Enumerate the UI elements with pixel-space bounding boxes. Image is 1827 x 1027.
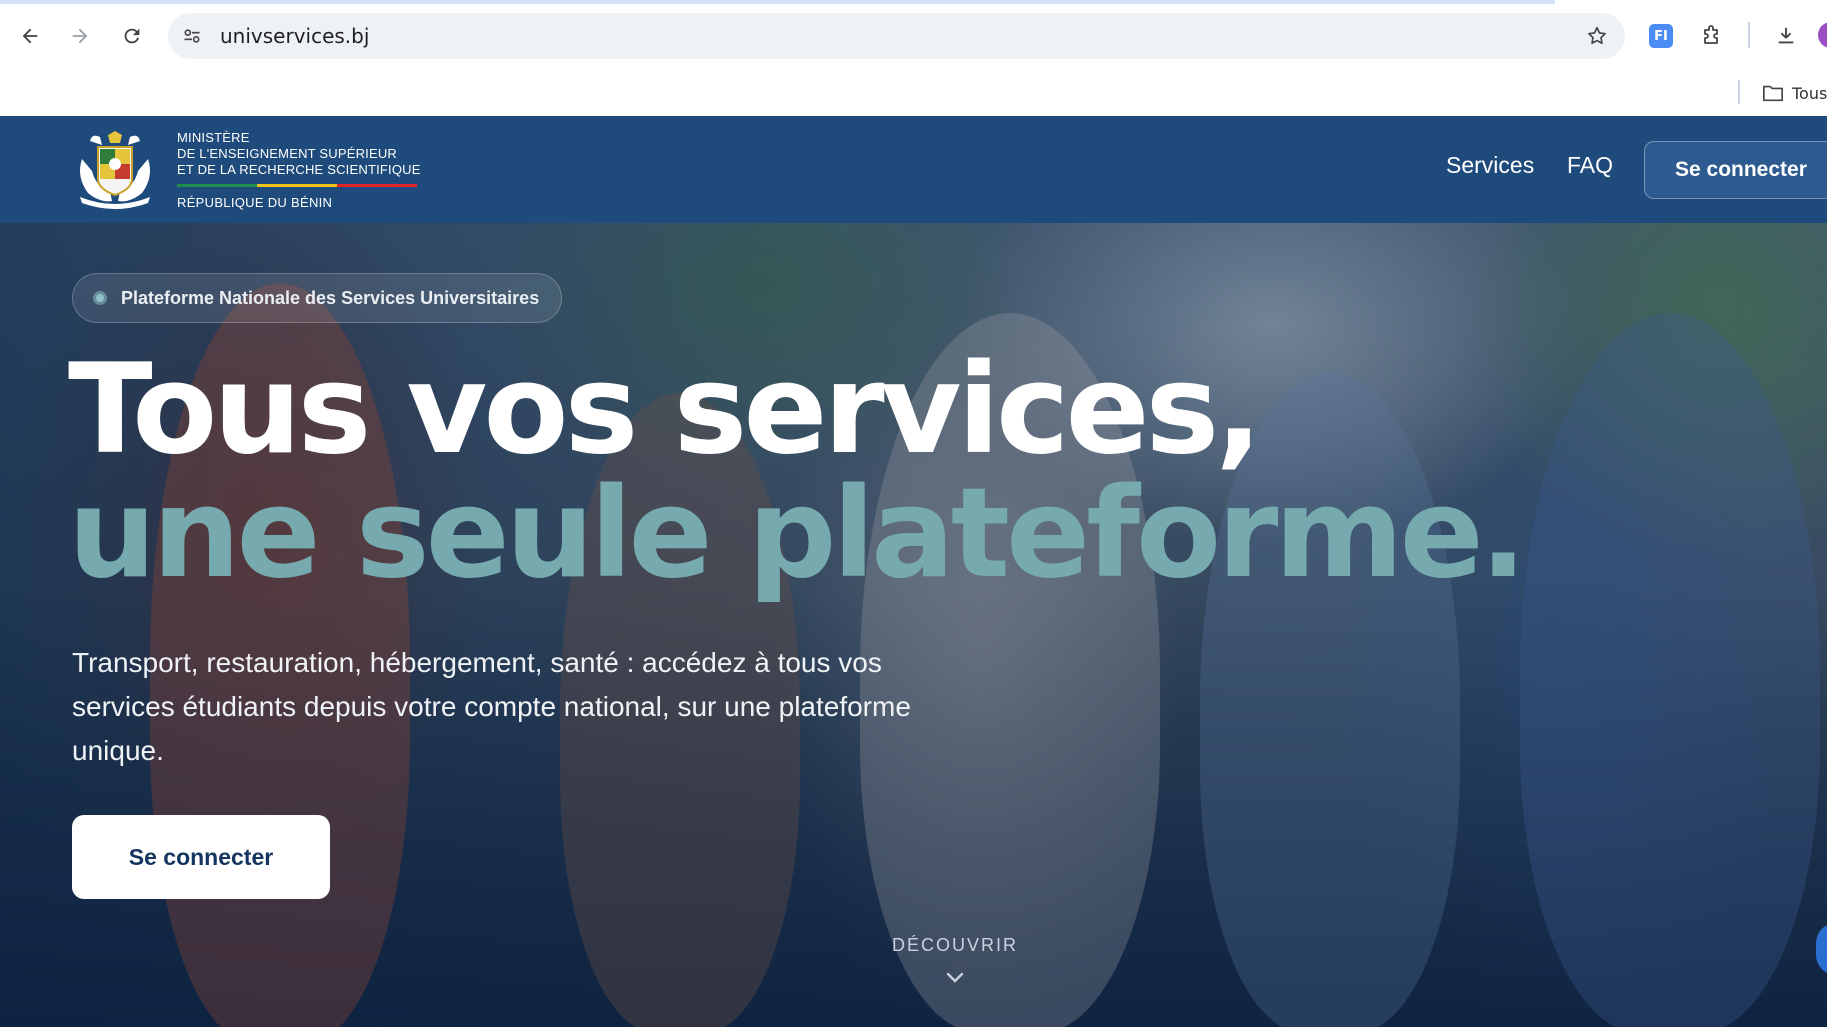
extension-fi-icon: FI [1649, 24, 1673, 48]
hero-headline: Tous vos services, une seule plateforme. [68, 338, 1527, 606]
floating-help-button[interactable] [1816, 923, 1827, 975]
ministry-line-2: DE L'ENSEIGNEMENT SUPÉRIEUR [177, 146, 398, 161]
forward-button[interactable] [64, 20, 96, 52]
chevron-down-icon[interactable] [944, 969, 966, 987]
reload-icon [124, 28, 140, 44]
background-photo-figure [1520, 313, 1820, 1027]
flag-red [337, 184, 417, 187]
bookmark-folder[interactable]: Tous [1762, 79, 1827, 107]
arrow-left-icon [22, 28, 38, 44]
badge-dot-icon [93, 291, 107, 305]
headline-line-2: une seule plateforme. [68, 462, 1527, 606]
puzzle-icon [1704, 25, 1718, 44]
hero-lead-text: Transport, restauration, hébergement, sa… [72, 647, 911, 766]
ministry-line-1: MINISTÈRE [177, 130, 250, 145]
toolbar-separator [1748, 22, 1750, 48]
extensions-button[interactable] [1696, 20, 1728, 52]
flag-green [177, 184, 257, 187]
browser-toolbar: univservices.bj FI [0, 0, 1827, 72]
platform-badge: Plateforme Nationale des Services Univer… [72, 273, 563, 323]
bookmarks-bar: Tous [0, 72, 1827, 116]
arrow-right-icon [72, 28, 88, 44]
address-bar[interactable]: univservices.bj [168, 13, 1625, 59]
hero-section: Plateforme Nationale des Services Univer… [0, 223, 1827, 1027]
profile-avatar[interactable] [1818, 22, 1827, 48]
ministry-identity: MINISTÈRE DE L'ENSEIGNEMENT SUPÉRIEUR ET… [177, 130, 421, 210]
badge-label: Plateforme Nationale des Services Univer… [121, 287, 540, 308]
download-icon [1778, 27, 1794, 44]
site-settings-icon[interactable] [180, 24, 204, 48]
bookmark-star-icon[interactable] [1585, 24, 1609, 48]
site-header: MINISTÈRE DE L'ENSEIGNEMENT SUPÉRIEUR ET… [0, 116, 1827, 223]
bookmark-folder-label: Tous [1792, 83, 1827, 103]
flag-stripe [177, 184, 417, 187]
country-name: RÉPUBLIQUE DU BÉNIN [177, 195, 333, 210]
headline-line-1: Tous vos services, [68, 338, 1262, 482]
ministry-line-3: ET DE LA RECHERCHE SCIENTIFIQUE [177, 162, 421, 177]
downloads-button[interactable] [1770, 20, 1802, 52]
bookmarks-separator [1738, 80, 1740, 104]
back-button[interactable] [14, 20, 46, 52]
flag-yellow [257, 184, 337, 187]
page-load-bar [0, 0, 1555, 4]
url-text[interactable]: univservices.bj [220, 13, 369, 59]
extension-fi-button[interactable]: FI [1645, 20, 1677, 52]
reload-button[interactable] [116, 20, 148, 52]
hero-login-button[interactable]: Se connecter [72, 815, 330, 899]
nav-faq-link[interactable]: FAQ [1567, 152, 1613, 179]
header-login-button[interactable]: Se connecter [1644, 141, 1827, 199]
benin-coat-of-arms-logo[interactable] [72, 131, 158, 209]
discover-link[interactable]: DÉCOUVRIR [880, 935, 1030, 956]
folder-icon [1763, 85, 1783, 102]
nav-services-link[interactable]: Services [1446, 152, 1534, 179]
